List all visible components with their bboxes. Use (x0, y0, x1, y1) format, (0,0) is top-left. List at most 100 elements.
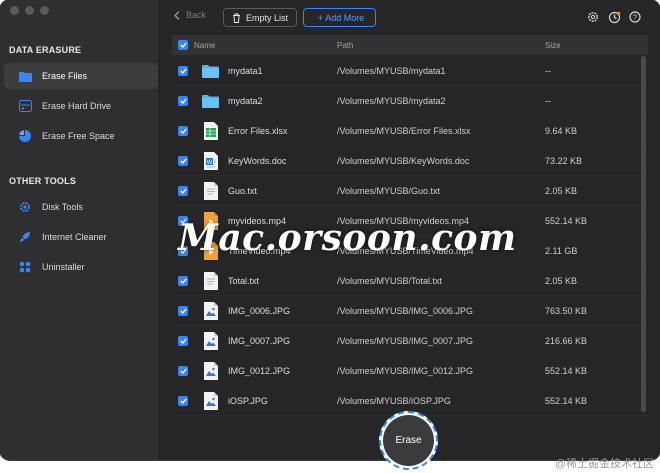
file-size: 216.66 KB (545, 335, 588, 346)
add-more-label: + Add More (318, 12, 365, 23)
sidebar-item-internet-cleaner[interactable]: Internet Cleaner (4, 224, 158, 250)
file-name: IMG_0006.JPG (228, 305, 291, 316)
file-name: Total.txt (228, 275, 260, 286)
row-checkbox[interactable] (178, 155, 188, 166)
folder-icon (18, 69, 32, 83)
svg-text:W: W (206, 159, 212, 165)
erase-button-ring: Erase (379, 411, 438, 470)
file-name: IMG_0007.JPG (228, 335, 291, 346)
row-checkbox[interactable] (178, 365, 188, 376)
file-size: 2.05 KB (545, 275, 578, 286)
minimize-window-button[interactable] (25, 6, 34, 15)
spreadsheet-icon (202, 121, 219, 141)
file-path: /Volumes/MYUSB/IMG_0012.JPG (337, 365, 474, 376)
sidebar-item-disk-tools[interactable]: Disk Tools (4, 194, 158, 220)
sidebar-item-erase-free-space[interactable]: Erase Free Space (4, 123, 158, 149)
word-doc-icon: W (202, 151, 219, 171)
folder-icon (202, 61, 219, 81)
close-window-button[interactable] (10, 6, 19, 15)
watermark: Mac.orsoon.com (178, 217, 517, 259)
column-header-name[interactable]: Name (194, 41, 337, 50)
row-checkbox[interactable] (178, 395, 188, 406)
file-size: 2.05 KB (545, 185, 578, 196)
column-header-size[interactable]: Size (545, 41, 635, 50)
sidebar-item-erase-files[interactable]: Erase Files (4, 63, 158, 89)
table-row[interactable]: IMG_0012.JPG/Volumes/MYUSB/IMG_0012.JPG 5… (172, 356, 648, 386)
row-checkbox[interactable] (178, 185, 188, 196)
add-more-button[interactable]: + Add More (303, 8, 376, 27)
row-checkbox[interactable] (178, 335, 188, 346)
image-file-icon (202, 361, 219, 381)
table-row[interactable]: mydata1/Volumes/MYUSB/mydata1 -- (172, 56, 648, 86)
table-row[interactable]: Error Files.xlsx/Volumes/MYUSB/Error Fil… (172, 116, 648, 146)
table-header: Name Path Size (172, 35, 648, 55)
back-button[interactable]: Back (174, 10, 206, 20)
file-path: /Volumes/MYUSB/Guo.txt (337, 185, 441, 196)
pie-chart-icon (18, 129, 32, 143)
file-path: /Volumes/MYUSB/Total.txt (337, 275, 443, 286)
sidebar-item-label: Uninstaller (42, 262, 85, 272)
file-name: mydata1 (228, 65, 263, 76)
file-size: 73.22 KB (545, 155, 583, 166)
sidebar-item-label: Disk Tools (42, 202, 83, 212)
text-file-icon (202, 181, 219, 201)
file-path: /Volumes/MYUSB/KeyWords.doc (337, 155, 470, 166)
back-label: Back (186, 10, 207, 20)
row-checkbox[interactable] (178, 125, 188, 136)
table-row[interactable]: IMG_0007.JPG/Volumes/MYUSB/IMG_0007.JPG 2… (172, 326, 648, 356)
section-title-data-erasure: DATA ERASURE (9, 45, 82, 55)
row-checkbox[interactable] (178, 275, 188, 286)
vertical-scrollbar[interactable] (641, 56, 646, 412)
file-name: KeyWords.doc (228, 155, 287, 166)
sidebar-item-uninstaller[interactable]: Uninstaller (4, 254, 158, 280)
row-checkbox[interactable] (178, 65, 188, 76)
erase-button[interactable]: Erase (383, 415, 434, 466)
image-file-icon (202, 391, 219, 411)
table-row[interactable]: Guo.txt/Volumes/MYUSB/Guo.txt 2.05 KB (172, 176, 648, 206)
zoom-window-button[interactable] (40, 6, 49, 15)
row-checkbox[interactable] (178, 95, 188, 106)
toolbar: Back Empty List + Add More ? (160, 0, 660, 34)
sidebar-item-label: Internet Cleaner (42, 232, 107, 242)
settings-icon[interactable] (586, 10, 600, 24)
file-name: mydata2 (228, 95, 263, 106)
file-size: 2.11 GB (545, 245, 578, 256)
sidebar: DATA ERASURE Erase Files Erase Hard Driv… (0, 0, 160, 460)
file-path: /Volumes/MYUSB/mydata1 (337, 65, 446, 76)
history-icon[interactable] (607, 10, 621, 24)
sidebar-item-label: Erase Files (42, 71, 88, 81)
trash-icon (233, 13, 240, 23)
file-path: /Volumes/MYUSB/Error Files.xlsx (337, 125, 471, 136)
sidebar-item-erase-hard-drive[interactable]: Erase Hard Drive (4, 93, 158, 119)
table-row[interactable]: Total.txt/Volumes/MYUSB/Total.txt 2.05 KB (172, 266, 648, 296)
file-path: /Volumes/MYUSB/iOSP.JPG (337, 395, 451, 406)
file-name: IMG_0012.JPG (228, 365, 291, 376)
svg-text:?: ? (633, 13, 637, 22)
sidebar-item-label: Erase Free Space (42, 131, 115, 141)
table-row[interactable]: IMG_0006.JPG/Volumes/MYUSB/IMG_0006.JPG 7… (172, 296, 648, 326)
help-icon[interactable]: ? (628, 10, 642, 24)
table-row[interactable]: mydata2/Volumes/MYUSB/mydata2 -- (172, 86, 648, 116)
file-size: 552.14 KB (545, 215, 588, 226)
file-size: 552.14 KB (545, 365, 588, 376)
image-file-icon (202, 331, 219, 351)
file-size: 763.50 KB (545, 305, 588, 316)
grid-icon (18, 260, 32, 274)
text-file-icon (202, 271, 219, 291)
row-checkbox[interactable] (178, 305, 188, 316)
file-size: 552.14 KB (545, 395, 588, 406)
table-row[interactable]: W KeyWords.doc/Volumes/MYUSB/KeyWords.doc… (172, 146, 648, 176)
empty-list-button[interactable]: Empty List (223, 8, 297, 27)
file-size: 9.64 KB (545, 125, 578, 136)
image-file-icon (202, 301, 219, 321)
hard-drive-icon (18, 99, 32, 113)
column-header-path[interactable]: Path (337, 41, 545, 50)
file-name: iOSP.JPG (228, 395, 268, 406)
file-size: -- (545, 95, 551, 106)
window-controls (10, 6, 49, 15)
file-path: /Volumes/MYUSB/IMG_0007.JPG (337, 335, 474, 346)
empty-list-label: Empty List (246, 12, 289, 23)
file-size: -- (545, 65, 551, 76)
select-all-checkbox[interactable] (178, 40, 188, 50)
file-path: /Volumes/MYUSB/IMG_0006.JPG (337, 305, 474, 316)
